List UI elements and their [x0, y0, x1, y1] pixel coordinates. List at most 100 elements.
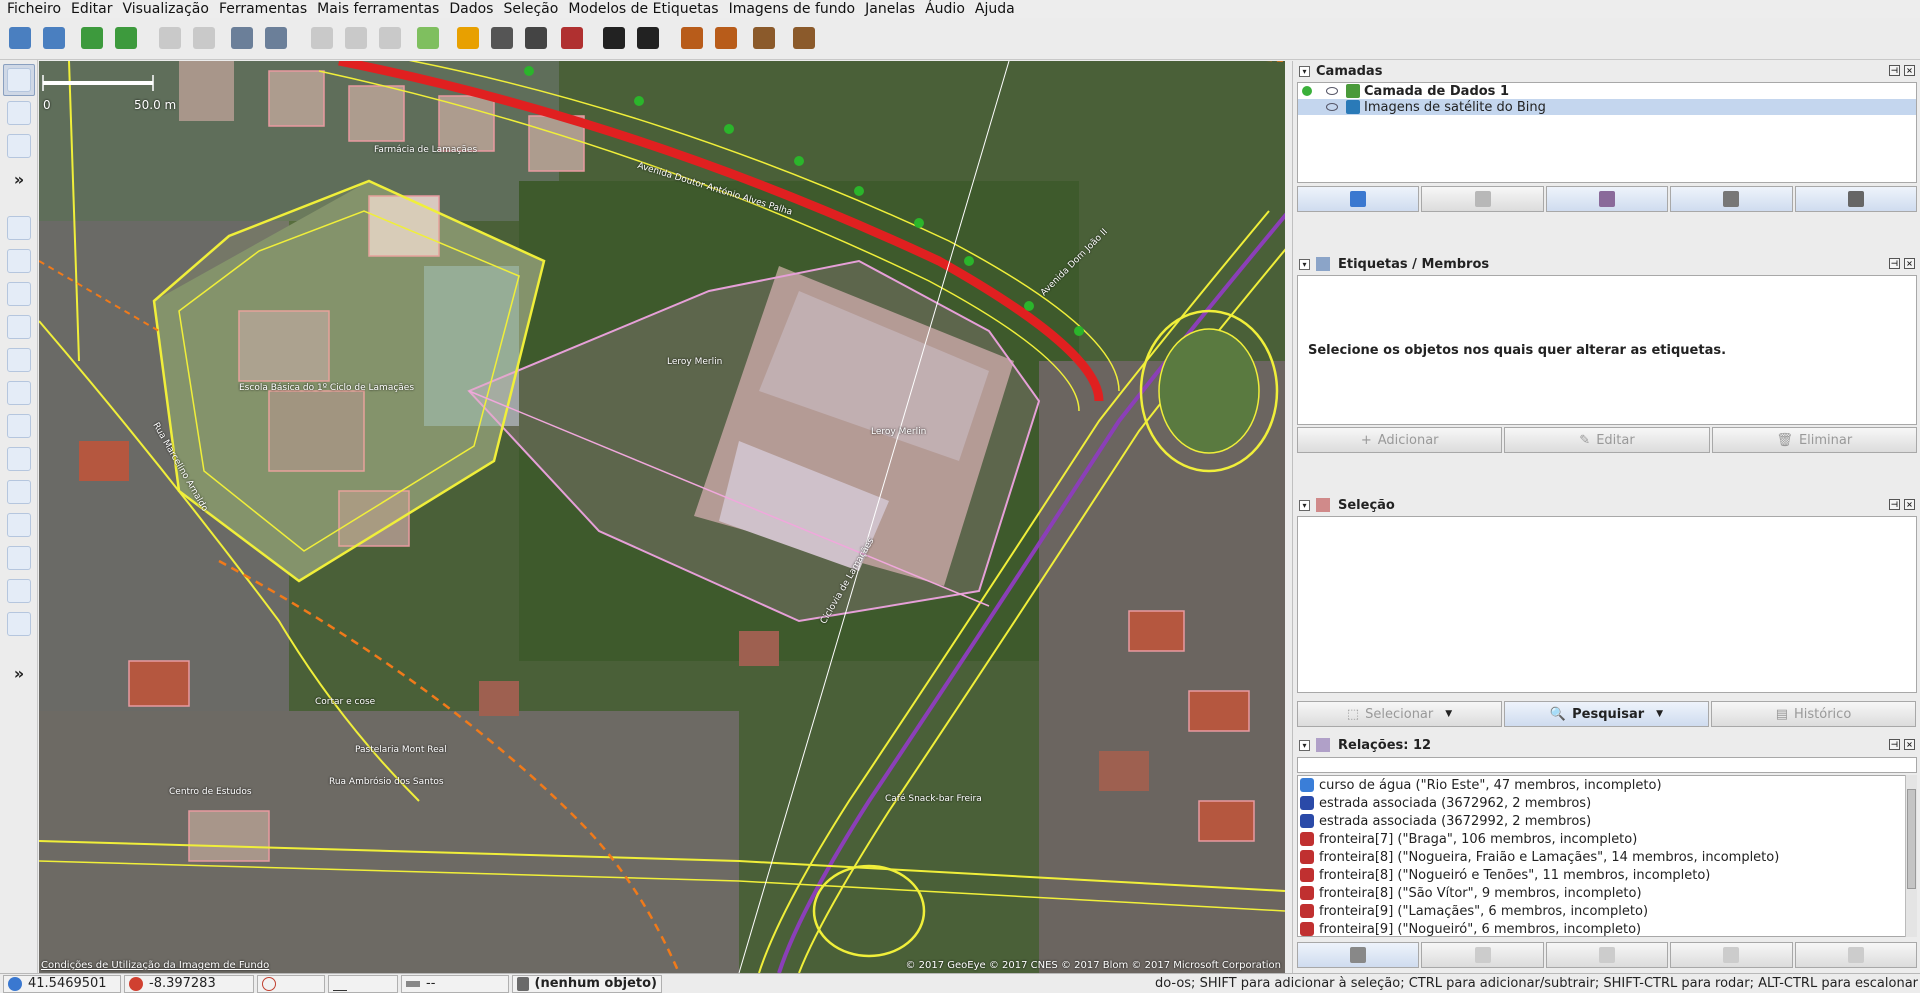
delete-relation-button[interactable] [1670, 942, 1793, 968]
combine-way-button[interactable] [340, 22, 372, 54]
pin-icon[interactable]: ⊣ [1889, 499, 1900, 510]
zoom-button[interactable] [226, 22, 258, 54]
close-icon[interactable]: × [1904, 258, 1915, 269]
menu-11[interactable]: Ajuda [970, 0, 1020, 18]
menu-2[interactable]: Visualização [117, 0, 213, 18]
toggle-commands-button[interactable] [3, 377, 35, 409]
relation-list-scrollbar[interactable] [1905, 775, 1917, 937]
toggle-layers-button[interactable] [3, 212, 35, 244]
pin-icon[interactable]: ⊣ [1889, 258, 1900, 269]
menu-1[interactable]: Editar [66, 0, 117, 18]
relation-item[interactable]: estrada associada (3672962, 2 membros) [1298, 794, 1916, 812]
eye-icon[interactable] [1326, 87, 1338, 95]
toggle-filter-button[interactable] [3, 509, 35, 541]
select-relation-members-button[interactable] [1794, 942, 1918, 968]
relation-item[interactable]: fronteira[8] ("Nogueira, Fraião e Lamaçã… [1298, 848, 1916, 866]
edit-relation-button[interactable] [1297, 942, 1420, 968]
pin-icon[interactable]: ⊣ [1889, 739, 1900, 750]
collapse-toggle-icon[interactable]: ▾ [1299, 65, 1310, 77]
new-relation-button[interactable] [1421, 942, 1544, 968]
menu-10[interactable]: Áudio [920, 0, 970, 18]
more-dialogs-button[interactable]: » [3, 657, 35, 689]
menu-0[interactable]: Ficheiro [2, 0, 66, 18]
menu-7[interactable]: Modelos de Etiquetas [563, 0, 723, 18]
relation-item[interactable]: fronteira[7] ("Braga", 106 membros, inco… [1298, 830, 1916, 848]
undo-button[interactable] [154, 22, 186, 54]
toggle-map-paint-button[interactable] [3, 542, 35, 574]
history-button[interactable]: ▤ Histórico [1711, 701, 1916, 727]
collapse-toggle-icon[interactable]: ▾ [1299, 739, 1310, 751]
restaurant-button[interactable] [710, 22, 742, 54]
split-way-button[interactable] [306, 22, 338, 54]
open-file-button[interactable] [4, 22, 36, 54]
relation-filter-input[interactable] [1297, 757, 1917, 773]
relations-panel-header[interactable]: ▾ Relações: 12 ⊣ × [1295, 735, 1919, 755]
merge-layer-button[interactable] [1545, 186, 1669, 212]
close-icon[interactable]: × [1904, 499, 1915, 510]
toggle-conflicts-button[interactable] [3, 443, 35, 475]
menu-3[interactable]: Ferramentas [214, 0, 312, 18]
layer-row[interactable]: Camada de Dados 1 [1298, 83, 1916, 99]
relation-item[interactable]: fronteira[9] ("Lamaçães", 6 membros, inc… [1298, 902, 1916, 920]
draw-tool-button[interactable] [3, 97, 35, 129]
highway-preset-button[interactable] [452, 22, 484, 54]
hazard-button[interactable] [676, 22, 708, 54]
factory-button[interactable] [788, 22, 820, 54]
relation-item[interactable]: curso de água ("Rio Este", 47 membros, i… [1298, 776, 1916, 794]
map-canvas[interactable] [39, 61, 1285, 973]
select-button[interactable]: ⬚ Selecionar ▼ [1297, 701, 1502, 727]
imagery-terms-link[interactable]: Condições de Utilização da Imagem de Fun… [41, 960, 269, 971]
delete-layer-button[interactable] [1794, 186, 1918, 212]
barrier-button[interactable] [556, 22, 588, 54]
selection-list[interactable] [1297, 516, 1917, 693]
delete-tag-button[interactable]: 🗑 Eliminar [1711, 427, 1917, 453]
duplicate-relation-button[interactable] [1545, 942, 1669, 968]
relation-list[interactable]: curso de água ("Rio Este", 47 membros, i… [1297, 775, 1917, 937]
eye-icon[interactable] [1326, 103, 1338, 111]
menu-9[interactable]: Janelas [860, 0, 920, 18]
relation-item[interactable]: estrada associada (3672992, 2 membros) [1298, 812, 1916, 830]
active-layer-icon[interactable] [1302, 86, 1312, 96]
select-tool-button[interactable] [3, 64, 35, 96]
move-down-button[interactable] [1421, 186, 1544, 212]
menu-5[interactable]: Dados [444, 0, 498, 18]
layers-panel-header[interactable]: ▾ Camadas ⊣ × [1295, 61, 1919, 81]
download-button[interactable] [76, 22, 108, 54]
more-tools-button[interactable]: » [3, 163, 35, 195]
menu-6[interactable]: Seleção [498, 0, 563, 18]
relation-item[interactable]: fronteira[8] ("Nogueiró e Tenões", 11 me… [1298, 866, 1916, 884]
toggle-changeset-button[interactable] [3, 608, 35, 640]
selection-panel-header[interactable]: ▾ Seleção ⊣ × [1295, 495, 1919, 515]
reverse-button[interactable] [374, 22, 406, 54]
scrollbar-thumb[interactable] [1907, 789, 1916, 889]
map-view[interactable]: 0 50.0 m Avenida Doutor António Alves Pa… [39, 61, 1285, 973]
toggle-notes-button[interactable] [3, 575, 35, 607]
redo-button[interactable] [188, 22, 220, 54]
toggle-validation-button[interactable] [3, 476, 35, 508]
add-tag-button[interactable]: + Adicionar [1297, 427, 1503, 453]
menu-8[interactable]: Imagens de fundo [724, 0, 861, 18]
menu-4[interactable]: Mais ferramentas [312, 0, 444, 18]
toggle-tags-button[interactable] [3, 245, 35, 277]
toggle-authors-button[interactable] [3, 344, 35, 376]
collapse-toggle-icon[interactable]: ▾ [1299, 258, 1310, 270]
preferences-button[interactable] [260, 22, 292, 54]
move-up-button[interactable] [1297, 186, 1420, 212]
collapse-toggle-icon[interactable]: ▾ [1299, 499, 1310, 511]
relation-item[interactable]: fronteira[9] ("Nogueiró", 6 membros, inc… [1298, 920, 1916, 936]
layer-row[interactable]: Imagens de satélite do Bing [1298, 99, 1916, 115]
save-button[interactable] [38, 22, 70, 54]
close-icon[interactable]: × [1904, 739, 1915, 750]
edit-tag-button[interactable]: ✎ Editar [1504, 427, 1710, 453]
traffic-light-button[interactable] [520, 22, 552, 54]
toggle-visibility-button[interactable] [1670, 186, 1793, 212]
search-button[interactable]: 🔍 Pesquisar ▼ [1504, 701, 1709, 727]
upload-button[interactable] [110, 22, 142, 54]
toggle-relations-button[interactable] [3, 278, 35, 310]
improve-way-tool-button[interactable] [3, 130, 35, 162]
pin-icon[interactable]: ⊣ [1889, 65, 1900, 76]
tags-panel-header[interactable]: ▾ Etiquetas / Membros ⊣ × [1295, 254, 1919, 274]
active-layer-icon[interactable] [1302, 102, 1312, 112]
toggle-minimap-button[interactable] [3, 410, 35, 442]
toggle-selection-button[interactable] [3, 311, 35, 343]
